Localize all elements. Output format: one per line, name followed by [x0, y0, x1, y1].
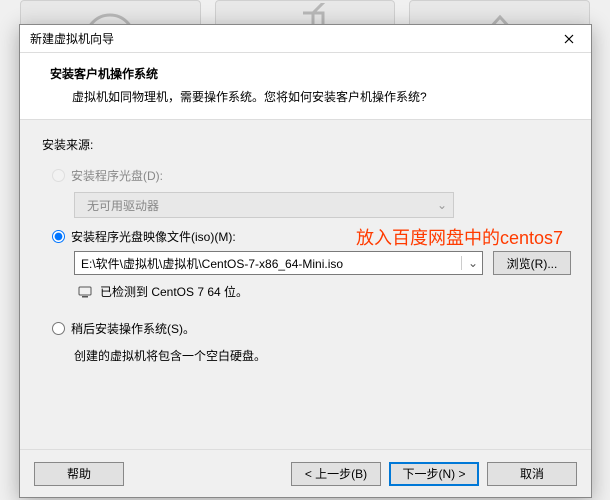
titlebar: 新建虚拟机向导 [20, 25, 591, 53]
chevron-down-icon: ⌄ [437, 198, 447, 212]
header-subtitle: 虚拟机如同物理机，需要操作系统。您将如何安装客户机操作系统? [50, 88, 571, 105]
next-button[interactable]: 下一步(N) > [389, 462, 479, 486]
info-icon [78, 286, 92, 298]
radio-iso[interactable] [52, 230, 65, 243]
dialog-body: 安装来源: 安装程序光盘(D): 无可用驱动器 ⌄ 放入百度网盘中的centos… [20, 120, 591, 449]
option-later: 稍后安装操作系统(S)。 创建的虚拟机将包含一个空白硬盘。 [42, 320, 571, 364]
back-button[interactable]: < 上一步(B) [291, 462, 381, 486]
cancel-button[interactable]: 取消 [487, 462, 577, 486]
iso-path-value: E:\软件\虚拟机\虚拟机\CentOS-7-x86_64-Mini.iso [81, 255, 343, 272]
annotation-text: 放入百度网盘中的centos7 [356, 224, 563, 250]
close-button[interactable] [553, 28, 585, 50]
disc-drive-value: 无可用驱动器 [87, 197, 159, 214]
detection-text: 已检测到 CentOS 7 64 位。 [100, 283, 248, 300]
radio-disc-label: 安装程序光盘(D): [71, 167, 163, 184]
dialog-footer: 帮助 < 上一步(B) 下一步(N) > 取消 [20, 449, 591, 497]
disc-drive-combo: 无可用驱动器 ⌄ [74, 192, 454, 218]
header-title: 安装客户机操作系统 [50, 65, 571, 82]
wizard-dialog: 新建虚拟机向导 安装客户机操作系统 虚拟机如同物理机，需要操作系统。您将如何安装… [19, 24, 592, 498]
radio-later[interactable] [52, 322, 65, 335]
detection-info: 已检测到 CentOS 7 64 位。 [78, 283, 571, 300]
help-button[interactable]: 帮助 [34, 462, 124, 486]
radio-disc [52, 169, 65, 182]
chevron-down-icon[interactable]: ⌄ [461, 256, 478, 270]
option-disc: 安装程序光盘(D): 无可用驱动器 ⌄ [42, 167, 571, 218]
iso-path-combo[interactable]: E:\软件\虚拟机\虚拟机\CentOS-7-x86_64-Mini.iso ⌄ [74, 251, 483, 275]
dialog-header: 安装客户机操作系统 虚拟机如同物理机，需要操作系统。您将如何安装客户机操作系统? [20, 53, 591, 120]
radio-iso-label[interactable]: 安装程序光盘映像文件(iso)(M): [71, 228, 236, 245]
close-icon [564, 34, 574, 44]
source-label: 安装来源: [42, 136, 571, 153]
radio-later-label[interactable]: 稍后安装操作系统(S)。 [71, 320, 195, 337]
dialog-title: 新建虚拟机向导 [30, 30, 114, 47]
browse-button[interactable]: 浏览(R)... [493, 251, 571, 275]
later-description: 创建的虚拟机将包含一个空白硬盘。 [74, 347, 571, 364]
